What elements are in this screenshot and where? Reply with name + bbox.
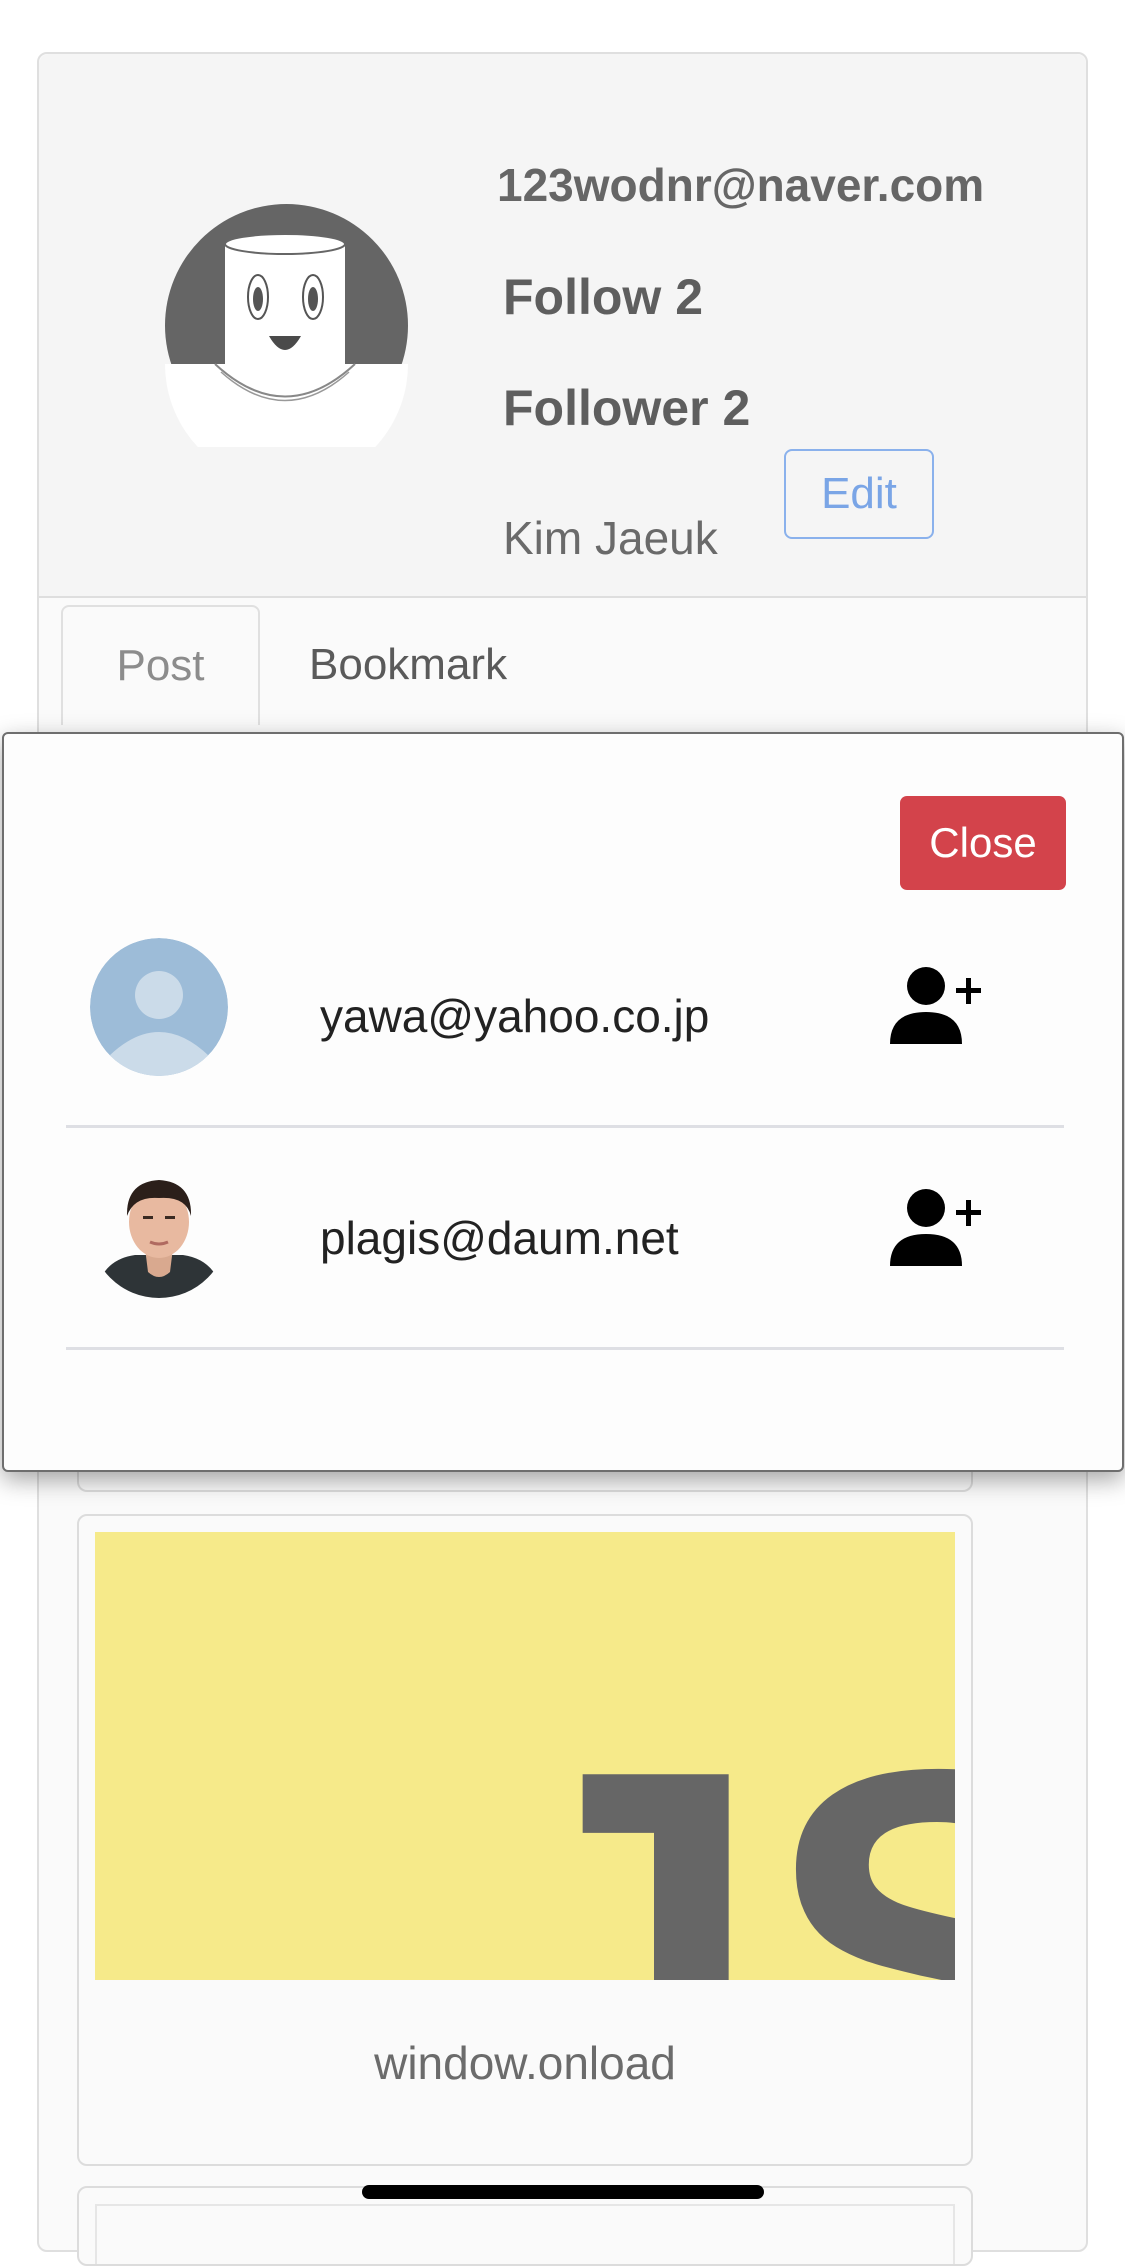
tab-post[interactable]: Post: [61, 605, 260, 725]
close-button[interactable]: Close: [900, 796, 1066, 890]
tab-bookmark[interactable]: Bookmark: [309, 605, 507, 725]
follower-count[interactable]: Follower 2: [503, 379, 750, 437]
profile-header: 123wodnr@naver.com Follow 2 Follower 2 K…: [39, 54, 1086, 598]
default-avatar-icon: [90, 938, 228, 1076]
follow-count[interactable]: Follow 2: [503, 268, 703, 326]
post-thumbnail: [95, 2204, 955, 2264]
home-indicator: [362, 2185, 764, 2199]
user-email: plagis@daum.net: [320, 1211, 679, 1264]
profile-email: 123wodnr@naver.com: [497, 159, 985, 211]
add-user-icon[interactable]: [888, 966, 986, 1046]
post-thumbnail: JS: [95, 1532, 955, 1980]
post-card[interactable]: JS window.onload: [77, 1514, 973, 2166]
man-portrait: [90, 1160, 228, 1298]
post-image-text: JS: [475, 1662, 955, 1980]
profile-avatar[interactable]: [165, 204, 408, 486]
user-email: yawa@yahoo.co.jp: [320, 989, 710, 1042]
list-item[interactable]: plagis@daum.net: [66, 1128, 1064, 1350]
add-user-icon[interactable]: [888, 1188, 986, 1268]
post-title: window.onload: [374, 2037, 676, 2089]
followers-modal: Close yawa@yahoo.co.jp plagis@daum.net: [2, 732, 1124, 1472]
list-item[interactable]: yawa@yahoo.co.jp: [66, 906, 1064, 1128]
edit-button[interactable]: Edit: [784, 449, 934, 539]
profile-name: Kim Jaeuk: [503, 512, 718, 564]
